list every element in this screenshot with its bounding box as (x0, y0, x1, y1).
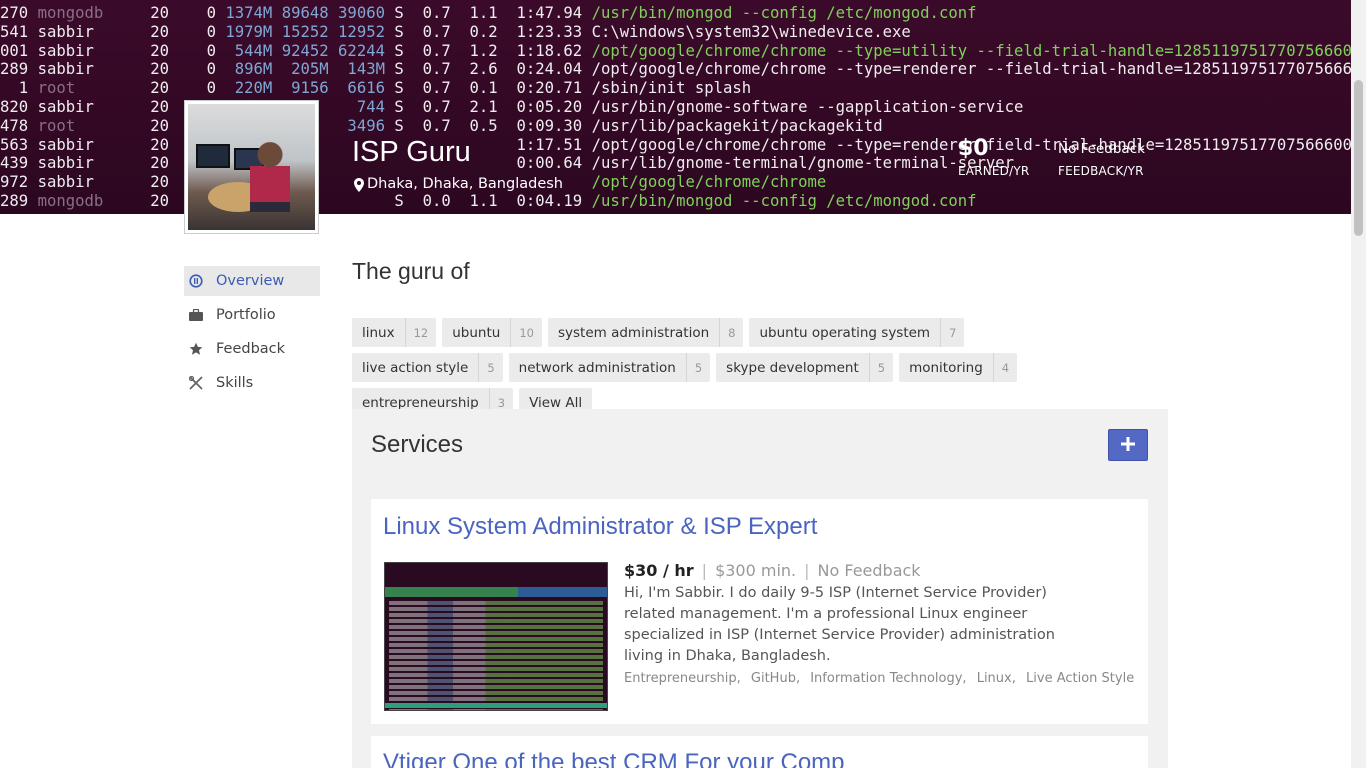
thumbnail-line (389, 655, 603, 659)
star-icon (188, 341, 204, 357)
sidebar-item-portfolio[interactable]: Portfolio (184, 300, 320, 330)
service-card: Vtiger One of the best CRM For your Comp (371, 736, 1148, 768)
service-title-link[interactable]: Linux System Administrator & ISP Expert (383, 513, 817, 541)
feedback-value: No Feedback (1058, 141, 1145, 157)
profile-location: Dhaka, Dhaka, Bangladesh (354, 176, 563, 192)
service-thumbnail[interactable] (384, 562, 608, 711)
tag-label: system administration (557, 324, 710, 341)
service-skill-link[interactable]: Linux, (977, 671, 1016, 686)
thumbnail-line (389, 643, 603, 647)
sidebar-item-label: Portfolio (216, 307, 276, 323)
tag-count: 7 (940, 318, 964, 347)
thumbnail-line (389, 679, 603, 683)
map-pin-icon (354, 177, 364, 192)
tag-count: 5 (868, 353, 893, 382)
thumbnail-line (389, 685, 603, 689)
sidebar-item-feedback[interactable]: Feedback (184, 334, 320, 364)
feedback-stat: No Feedback FEEDBACK/YR (1058, 136, 1145, 178)
sidebar-item-overview[interactable]: Overview (184, 266, 320, 296)
tag-count: 4 (992, 353, 1017, 382)
earned-stat: $0 EARNED/YR (958, 136, 1029, 178)
skill-tag[interactable]: skype development 5 (716, 353, 894, 382)
service-pricing: $30 / hr | $300 min. | No Feedback (624, 561, 921, 580)
tag-count: 10 (510, 318, 542, 347)
terminal-line: 541 sabbir 20 0 1979M 15252 12952 S 0.7 … (0, 22, 911, 41)
sidebar-item-skills[interactable]: Skills (184, 368, 320, 398)
tag-count: 5 (685, 353, 710, 382)
tag-count: 5 (478, 353, 502, 382)
tag-count: 12 (404, 318, 437, 347)
skill-tag[interactable]: ubuntu 10 (442, 318, 542, 347)
skill-tag[interactable]: linux 12 (352, 318, 437, 347)
page-scrollbar[interactable] (1351, 0, 1366, 768)
skill-tag[interactable]: monitoring 4 (899, 353, 1018, 382)
service-skill-link[interactable]: Entrepreneurship, (624, 671, 741, 686)
skill-tag[interactable]: ubuntu operating system 7 (749, 318, 965, 347)
briefcase-icon (188, 307, 204, 323)
sidebar-item-label: Feedback (216, 341, 286, 357)
service-card: Linux System Administrator & ISP Expert … (371, 499, 1148, 724)
earned-value: $0 (958, 136, 989, 161)
avatar-photo (188, 104, 315, 230)
skill-tag[interactable]: network administration 5 (508, 353, 711, 382)
sidebar-item-label: Overview (216, 273, 285, 289)
profile-name: ISP Guru (352, 136, 471, 168)
thumbnail-line (389, 637, 603, 641)
feedback-label: FEEDBACK/YR (1058, 164, 1144, 178)
thumbnail-line (389, 697, 603, 701)
sidebar-item-label: Skills (216, 375, 254, 391)
location-text: Dhaka, Dhaka, Bangladesh (367, 176, 563, 192)
thumbnail-line (389, 649, 603, 653)
thumbnail-line (389, 709, 603, 710)
tag-label: ubuntu (452, 324, 501, 341)
tools-icon (188, 375, 204, 391)
terminal-line: 270 mongodb 20 0 1374M 89648 39060 S 0.7… (0, 4, 977, 22)
service-description: Hi, I'm Sabbir. I do daily 9-5 ISP (Inte… (624, 585, 1055, 664)
skill-tag[interactable]: system administration 8 (547, 318, 744, 347)
service-minimum: $300 min. (715, 561, 797, 580)
thumbnail-line (389, 625, 603, 629)
plus-icon (1121, 436, 1135, 455)
skill-tag[interactable]: live action style 5 (352, 353, 503, 382)
thumbnail-line (389, 673, 603, 677)
terminal-line: 1 root 20 0 220M 9156 6616 S 0.7 0.1 0:2… (0, 79, 752, 98)
thumbnail-line (389, 607, 603, 611)
thumbnail-line (389, 613, 603, 617)
tag-label: monitoring (909, 359, 983, 376)
service-skill-link[interactable]: Live Action Style (1026, 671, 1134, 686)
terminal-line: 289 sabbir 20 0 896M 205M 143M S 0.7 2.6… (0, 60, 1351, 79)
thumbnail-line (389, 691, 603, 695)
overview-icon (188, 273, 204, 289)
earned-label: EARNED/YR (958, 164, 1030, 178)
avatar (184, 100, 319, 234)
tag-label: linux (362, 324, 395, 341)
tag-label: live action style (362, 359, 469, 376)
services-section: Services Linux System Administrator & IS… (352, 409, 1168, 768)
service-rate: $30 / hr (624, 561, 694, 580)
guru-of-heading: The guru of (352, 258, 470, 284)
tag-label: network administration (518, 359, 676, 376)
service-feedback: No Feedback (817, 561, 921, 580)
tag-count: 8 (719, 318, 743, 347)
service-skills: Entrepreneurship, GitHub, Information Te… (624, 671, 1140, 686)
tag-label: skype development (726, 359, 859, 376)
thumbnail-line (389, 661, 603, 665)
thumbnail-line (389, 667, 603, 671)
thumbnail-line (389, 619, 603, 623)
terminal-line: 001 sabbir 20 0 544M 92452 62244 S 0.7 1… (0, 41, 1351, 60)
scrollbar-thumb[interactable] (1354, 80, 1363, 236)
services-heading: Services (371, 431, 464, 458)
thumbnail-line (389, 631, 603, 635)
add-service-button[interactable] (1108, 429, 1148, 461)
skill-tags: linux 12 ubuntu 10 system administration 8 … (352, 318, 1092, 417)
thumbnail-line (389, 601, 603, 605)
service-skill-link[interactable]: Information Technology, (810, 671, 966, 686)
profile-sidebar: Overview Portfolio Feedback Skills (184, 266, 320, 402)
service-title-link[interactable]: Vtiger One of the best CRM For your Comp (383, 749, 845, 768)
tag-label: ubuntu operating system (759, 324, 931, 341)
service-skill-link[interactable]: GitHub, (751, 671, 800, 686)
